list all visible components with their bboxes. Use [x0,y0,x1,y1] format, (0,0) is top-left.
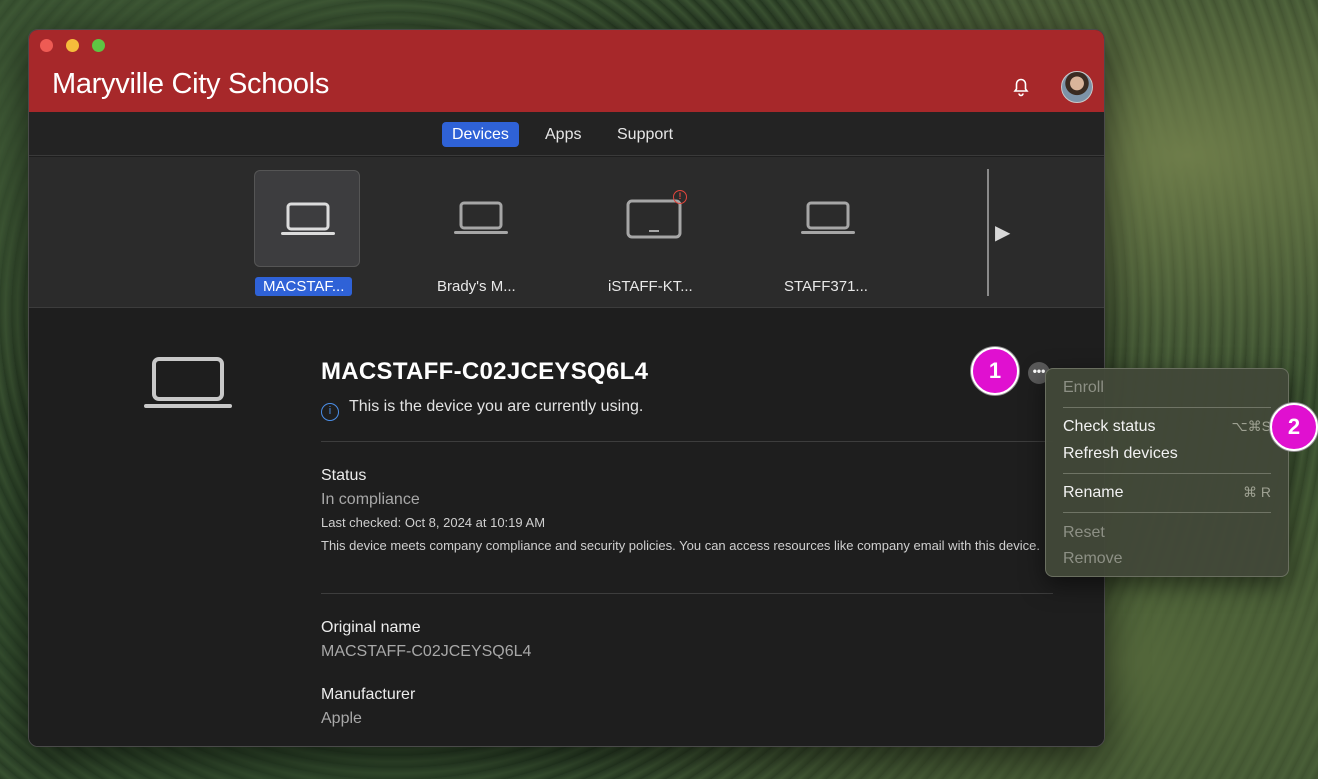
menu-item-label: Enroll [1063,379,1104,396]
tab-support[interactable]: Support [607,122,683,147]
app-title: Maryville City Schools [52,68,330,100]
device-icon-box: ! [601,170,707,267]
menu-item-shortcut: ⌥⌘S [1231,418,1271,434]
device-tile-istaff[interactable]: ! iSTAFF-KT... [566,157,706,308]
app-window: Maryville City Schools Devices Apps Supp… [28,29,1105,747]
original-name-value: MACSTAFF-C02JCEYSQ6L4 [321,643,532,660]
avatar[interactable] [1061,71,1093,103]
menu-item-rename[interactable]: Rename ⌘ R [1063,484,1271,504]
device-carousel: MACSTAF... Brady's M... ! iSTAFF-KT... S… [29,157,1104,308]
play-triangle-icon[interactable]: ▶ [995,220,1010,245]
title-bar: Maryville City Schools [29,30,1104,112]
original-name-label: Original name [321,619,421,636]
device-tile-bradys[interactable]: Brady's M... [393,157,533,308]
status-value: In compliance [321,491,420,508]
status-label: Status [321,467,367,484]
laptop-icon [144,357,232,408]
laptop-icon [454,201,508,234]
device-label: iSTAFF-KT... [608,278,693,295]
device-tile-staff371[interactable]: STAFF371... [740,157,880,308]
more-options-menu: Enroll Check status ⌥⌘S Refresh devices … [1045,368,1289,577]
device-icon-box [254,170,360,267]
device-tile-macstaff[interactable]: MACSTAF... [219,157,360,308]
menu-item-reset[interactable]: Reset [1063,524,1271,544]
current-device-text: This is the device you are currently usi… [349,398,644,415]
divider [321,593,1053,594]
step-badge-1: 1 [971,347,1019,395]
device-icon-box [428,170,534,267]
menu-item-remove[interactable]: Remove [1063,550,1271,570]
menu-separator [1063,512,1271,513]
info-icon: i [321,403,339,421]
current-device-note: i This is the device you are currently us… [321,398,643,421]
device-icon-box [775,170,881,267]
zoom-window-button[interactable] [92,39,105,52]
menu-item-enroll[interactable]: Enroll [1063,379,1271,399]
tab-apps[interactable]: Apps [535,122,591,147]
manufacturer-value: Apple [321,710,362,727]
tablet-icon [626,199,682,239]
step-badge-2: 2 [1270,403,1318,451]
carousel-divider [987,169,989,296]
menu-item-refresh-devices[interactable]: Refresh devices [1063,445,1271,465]
laptop-icon [801,201,855,234]
device-label: MACSTAF... [255,277,353,296]
bell-icon[interactable] [1009,74,1033,98]
menu-item-label: Rename [1063,484,1124,501]
menu-item-label: Refresh devices [1063,445,1178,462]
manufacturer-label: Manufacturer [321,686,416,703]
tab-bar: Devices Apps Support [29,112,1104,156]
tab-devices[interactable]: Devices [442,122,519,147]
alert-icon: ! [673,190,687,204]
status-description: This device meets company compliance and… [321,538,1040,553]
close-window-button[interactable] [40,39,53,52]
device-label: STAFF371... [784,278,868,295]
menu-separator [1063,473,1271,474]
menu-item-shortcut: ⌘ R [1243,484,1271,500]
menu-separator [1063,407,1271,408]
device-label: Brady's M... [437,278,516,295]
menu-item-label: Reset [1063,524,1105,541]
menu-item-label: Remove [1063,550,1123,567]
menu-item-check-status[interactable]: Check status ⌥⌘S [1063,418,1271,438]
divider [321,441,1053,442]
device-name-heading: MACSTAFF-C02JCEYSQ6L4 [321,358,649,385]
minimize-window-button[interactable] [66,39,79,52]
last-checked: Last checked: Oct 8, 2024 at 10:19 AM [321,515,546,530]
device-detail: MACSTAFF-C02JCEYSQ6L4 i This is the devic… [29,308,1104,746]
menu-item-label: Check status [1063,418,1156,435]
laptop-icon [281,202,335,235]
